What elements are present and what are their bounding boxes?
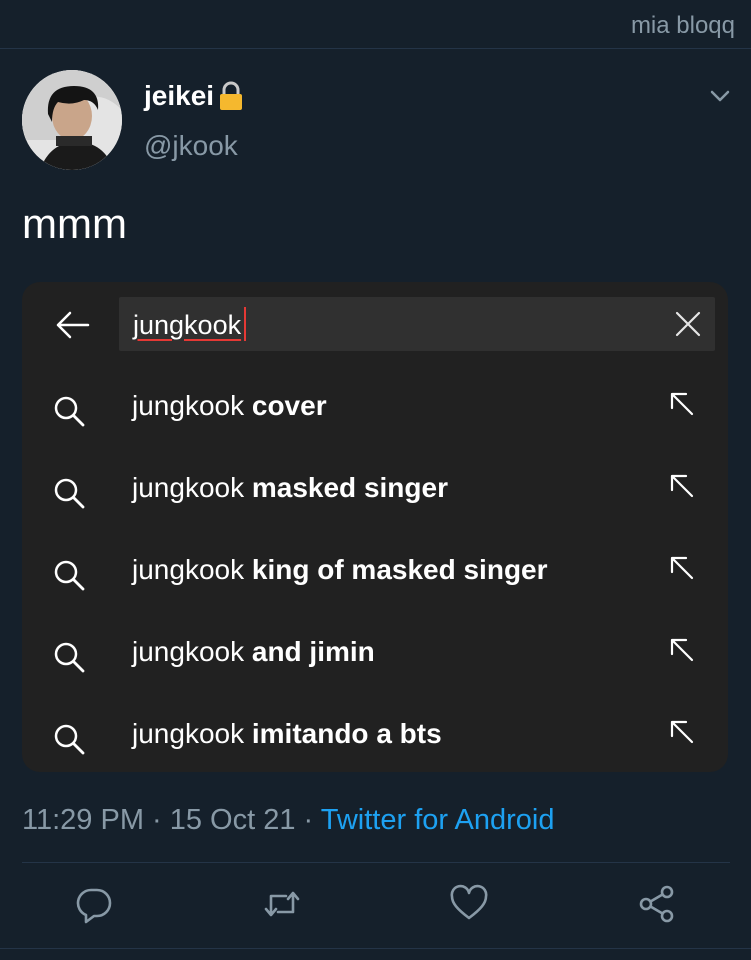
share-icon[interactable]	[637, 884, 677, 924]
search-icon	[54, 642, 85, 673]
suggestion-text: jungkook imitando a bts	[132, 718, 442, 750]
arrow-up-left-icon[interactable]	[668, 718, 696, 746]
suggestion-item[interactable]: jungkook imitando a bts	[22, 696, 728, 772]
suggestion-text: jungkook and jimin	[132, 636, 375, 668]
display-name-text: jeikei	[144, 80, 215, 111]
retweet-icon[interactable]	[262, 884, 302, 924]
avatar[interactable]	[22, 70, 122, 170]
text-caret	[244, 307, 247, 341]
watermark: mia bloqq	[630, 12, 735, 39]
search-icon	[54, 560, 85, 591]
suggestion-item[interactable]: jungkook cover	[22, 368, 728, 450]
suggestion-prefix: jungkook	[132, 390, 252, 421]
close-icon[interactable]	[675, 311, 701, 337]
search-bar[interactable]: jungkook	[119, 297, 715, 351]
arrow-up-left-icon[interactable]	[668, 636, 696, 664]
suggestion-text: jungkook king of masked singer	[132, 554, 548, 586]
divider	[0, 48, 751, 49]
suggestion-prefix: jungkook	[132, 554, 252, 585]
search-icon	[54, 396, 85, 427]
action-bar	[0, 884, 751, 928]
display-name[interactable]: jeikei	[144, 80, 244, 112]
suggestion-text: jungkook cover	[132, 390, 327, 422]
like-icon[interactable]	[449, 884, 489, 924]
tweet-text: mmm	[22, 200, 127, 247]
suggestion-text: jungkook masked singer	[132, 472, 448, 504]
chevron-down-icon[interactable]	[708, 86, 732, 106]
search-icon	[54, 724, 85, 755]
arrow-up-left-icon[interactable]	[668, 472, 696, 500]
user-handle[interactable]: @jkook	[144, 130, 238, 162]
divider	[22, 862, 730, 863]
suggestion-item[interactable]: jungkook and jimin	[22, 614, 728, 696]
arrow-up-left-icon[interactable]	[668, 554, 696, 582]
suggestion-completion: and jimin	[251, 636, 375, 667]
suggestion-prefix: jungkook	[132, 472, 252, 503]
source-link[interactable]: Twitter for Android	[321, 804, 555, 836]
divider	[0, 948, 751, 949]
suggestion-completion: cover	[251, 390, 327, 421]
arrow-left-icon[interactable]	[54, 310, 90, 340]
avatar-photo	[22, 70, 122, 170]
tweet-media[interactable]: jungkook jungkook cover jungkook masked …	[22, 282, 728, 772]
search-query: jungkook	[133, 310, 242, 340]
search-input[interactable]: jungkook	[133, 307, 247, 341]
search-icon	[54, 478, 85, 509]
lock-icon	[220, 81, 243, 110]
suggestion-item[interactable]: jungkook king of masked singer	[22, 532, 728, 614]
suggestion-prefix: jungkook	[132, 636, 252, 667]
suggestion-completion: king of masked singer	[251, 554, 548, 585]
suggestion-prefix: jungkook	[132, 718, 252, 749]
timestamp: 11:29 PM · 15 Oct 21 ·	[22, 804, 321, 836]
suggestion-completion: masked singer	[251, 472, 448, 503]
arrow-up-left-icon[interactable]	[668, 390, 696, 418]
reply-icon[interactable]	[74, 884, 114, 924]
tweet-meta: 11:29 PM · 15 Oct 21 · Twitter for Andro…	[22, 804, 554, 837]
suggestion-item[interactable]: jungkook masked singer	[22, 450, 728, 532]
suggestion-completion: imitando a bts	[251, 718, 442, 749]
